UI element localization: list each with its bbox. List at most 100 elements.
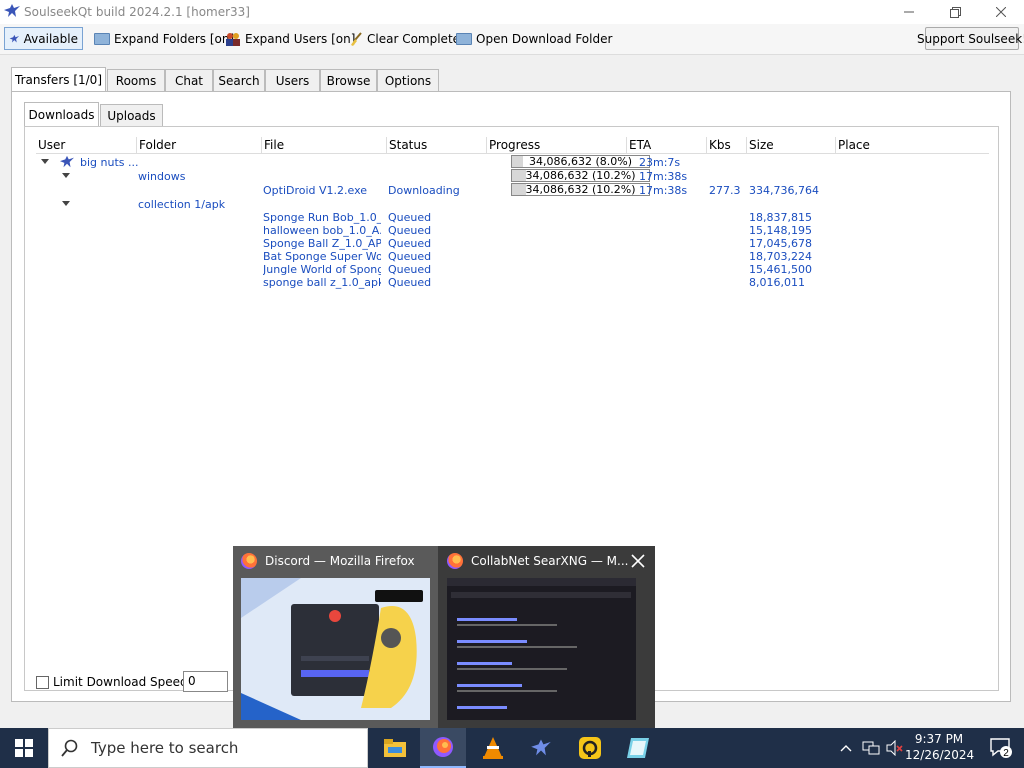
tab-transfers[interactable]: Transfers [1/0] bbox=[11, 67, 106, 91]
limit-speed-input[interactable]: 0 bbox=[183, 671, 228, 692]
clock-date: 12/26/2024 bbox=[905, 748, 975, 762]
searxng-thumbnail-icon bbox=[447, 578, 636, 709]
folder-eta: 17m:38s bbox=[639, 170, 688, 183]
available-label: Available bbox=[23, 31, 78, 46]
tab-label: Downloads bbox=[28, 107, 95, 122]
taskbar-search-box[interactable]: Type here to search bbox=[48, 728, 368, 768]
col-size[interactable]: Size bbox=[746, 137, 835, 154]
system-clock[interactable]: 9:37 PM 12/26/2024 bbox=[905, 731, 975, 763]
progress-text: 34,086,632 (8.0%) bbox=[528, 155, 632, 168]
tab-rooms[interactable]: Rooms bbox=[107, 69, 165, 91]
queued-size: 17,045,678 bbox=[749, 237, 812, 250]
soulseek-taskbar-icon[interactable] bbox=[518, 728, 564, 768]
tab-uploads[interactable]: Uploads bbox=[100, 104, 163, 126]
tab-label: Options bbox=[384, 73, 432, 88]
col-status[interactable]: Status bbox=[386, 137, 486, 154]
col-progress[interactable]: Progress bbox=[486, 137, 626, 154]
user-name[interactable]: big nuts ... bbox=[80, 156, 140, 169]
restore-button[interactable] bbox=[932, 0, 978, 24]
tab-users[interactable]: Users bbox=[265, 69, 320, 91]
preview-title: CollabNet SearXNG — M... bbox=[471, 554, 629, 568]
tab-label: Browse bbox=[326, 73, 371, 88]
queued-file[interactable]: Sponge Run Bob_1.0_... bbox=[263, 211, 381, 224]
preview-card-searxng[interactable]: CollabNet SearXNG — M... bbox=[439, 546, 647, 728]
ldplayer-icon[interactable] bbox=[567, 728, 613, 768]
file-explorer-icon[interactable] bbox=[372, 728, 418, 768]
user-progress-bar: 34,086,632 (8.0%) bbox=[511, 155, 650, 168]
vlc-icon[interactable] bbox=[470, 728, 516, 768]
firefox-taskbar-icon[interactable] bbox=[420, 728, 466, 768]
queued-status: Queued bbox=[388, 211, 432, 224]
folder-name[interactable]: windows bbox=[138, 170, 185, 183]
limit-speed-label: Limit Download Speed to bbox=[53, 675, 204, 689]
clear-complete-button[interactable]: Clear Complete bbox=[345, 27, 464, 50]
col-user[interactable]: User bbox=[36, 137, 136, 154]
folder-icon bbox=[94, 32, 110, 45]
preview-thumbnail bbox=[241, 578, 430, 720]
expand-users-label: Expand Users [on] bbox=[245, 31, 356, 46]
notification-count: 2 bbox=[1003, 748, 1009, 759]
preview-thumbnail bbox=[447, 578, 636, 720]
queued-file[interactable]: sponge ball z_1.0_apk... bbox=[263, 276, 381, 289]
collapse-arrow-icon[interactable] bbox=[62, 201, 70, 206]
col-folder[interactable]: Folder bbox=[136, 137, 261, 154]
col-file[interactable]: File bbox=[261, 137, 386, 154]
minimize-button[interactable] bbox=[886, 0, 932, 24]
soulseek-bird-icon bbox=[3, 3, 21, 22]
queued-status: Queued bbox=[388, 237, 432, 250]
collapse-arrow-icon[interactable] bbox=[62, 173, 70, 178]
toolbar: Available Expand Folders [on] Expand Use… bbox=[0, 24, 1024, 55]
volume-muted-icon[interactable] bbox=[884, 728, 906, 768]
close-preview-icon[interactable] bbox=[631, 554, 647, 570]
tab-label: Search bbox=[218, 73, 260, 88]
show-hidden-icons-icon[interactable] bbox=[835, 728, 857, 768]
open-download-folder-label: Open Download Folder bbox=[476, 31, 613, 46]
folder-icon bbox=[456, 32, 472, 45]
notifications-icon[interactable]: 2 bbox=[978, 728, 1024, 768]
expand-folders-label: Expand Folders [on] bbox=[114, 31, 235, 46]
progress-fill bbox=[512, 184, 526, 195]
expand-users-button[interactable]: Expand Users [on] bbox=[221, 27, 359, 50]
file-status: Downloading bbox=[388, 184, 460, 197]
queued-file[interactable]: Bat Sponge Super Wor... bbox=[263, 250, 381, 263]
queued-file[interactable]: Jungle World of Spong... bbox=[263, 263, 381, 276]
queued-file[interactable]: Sponge Ball Z_1.0_AP... bbox=[263, 237, 381, 250]
queued-status: Queued bbox=[388, 250, 432, 263]
tab-options[interactable]: Options bbox=[377, 69, 439, 91]
file-size: 334,736,764 bbox=[749, 184, 819, 197]
title-bar: SoulseekQt build 2024.2.1 [homer33] bbox=[0, 0, 1024, 24]
progress-text: 34,086,632 (10.2%) bbox=[525, 183, 636, 196]
file-progress-bar: 34,086,632 (10.2%) bbox=[511, 183, 650, 196]
tab-downloads[interactable]: Downloads bbox=[24, 102, 99, 126]
close-button[interactable] bbox=[978, 0, 1024, 24]
network-icon[interactable] bbox=[858, 728, 884, 768]
progress-fill bbox=[512, 156, 523, 167]
search-placeholder: Type here to search bbox=[91, 739, 239, 757]
tab-search[interactable]: Search bbox=[213, 69, 265, 91]
start-button[interactable] bbox=[0, 728, 48, 768]
users-icon bbox=[226, 32, 240, 46]
queued-size: 15,148,195 bbox=[749, 224, 812, 237]
col-place[interactable]: Place bbox=[835, 137, 989, 154]
preview-title: Discord — Mozilla Firefox bbox=[265, 554, 415, 568]
open-download-folder-button[interactable]: Open Download Folder bbox=[452, 27, 616, 50]
expand-folders-button[interactable]: Expand Folders [on] bbox=[90, 27, 238, 50]
support-soulseek-button[interactable]: Support Soulseek! bbox=[917, 27, 1024, 50]
preview-card-discord[interactable]: Discord — Mozilla Firefox bbox=[233, 546, 438, 728]
file-name[interactable]: OptiDroid V1.2.exe bbox=[263, 184, 367, 197]
limit-speed-checkbox[interactable] bbox=[36, 675, 49, 689]
tab-chat[interactable]: Chat bbox=[165, 69, 213, 91]
queued-file[interactable]: halloween bob_1.0_A... bbox=[263, 224, 381, 237]
col-kbs[interactable]: Kbs bbox=[706, 137, 746, 154]
folder-name[interactable]: collection 1/apk bbox=[138, 198, 225, 211]
taskbar: Type here to search 9:37 PM 12/26/2024 2 bbox=[0, 728, 1024, 768]
tab-browse[interactable]: Browse bbox=[320, 69, 377, 91]
queued-size: 15,461,500 bbox=[749, 263, 812, 276]
col-eta[interactable]: ETA bbox=[626, 137, 706, 154]
collapse-arrow-icon[interactable] bbox=[41, 159, 49, 164]
support-label: Support Soulseek! bbox=[917, 31, 1024, 46]
available-button[interactable]: Available bbox=[4, 27, 83, 50]
queued-size: 8,016,011 bbox=[749, 276, 805, 289]
notepad-app-icon[interactable] bbox=[615, 728, 661, 768]
tab-label: Uploads bbox=[107, 108, 156, 123]
